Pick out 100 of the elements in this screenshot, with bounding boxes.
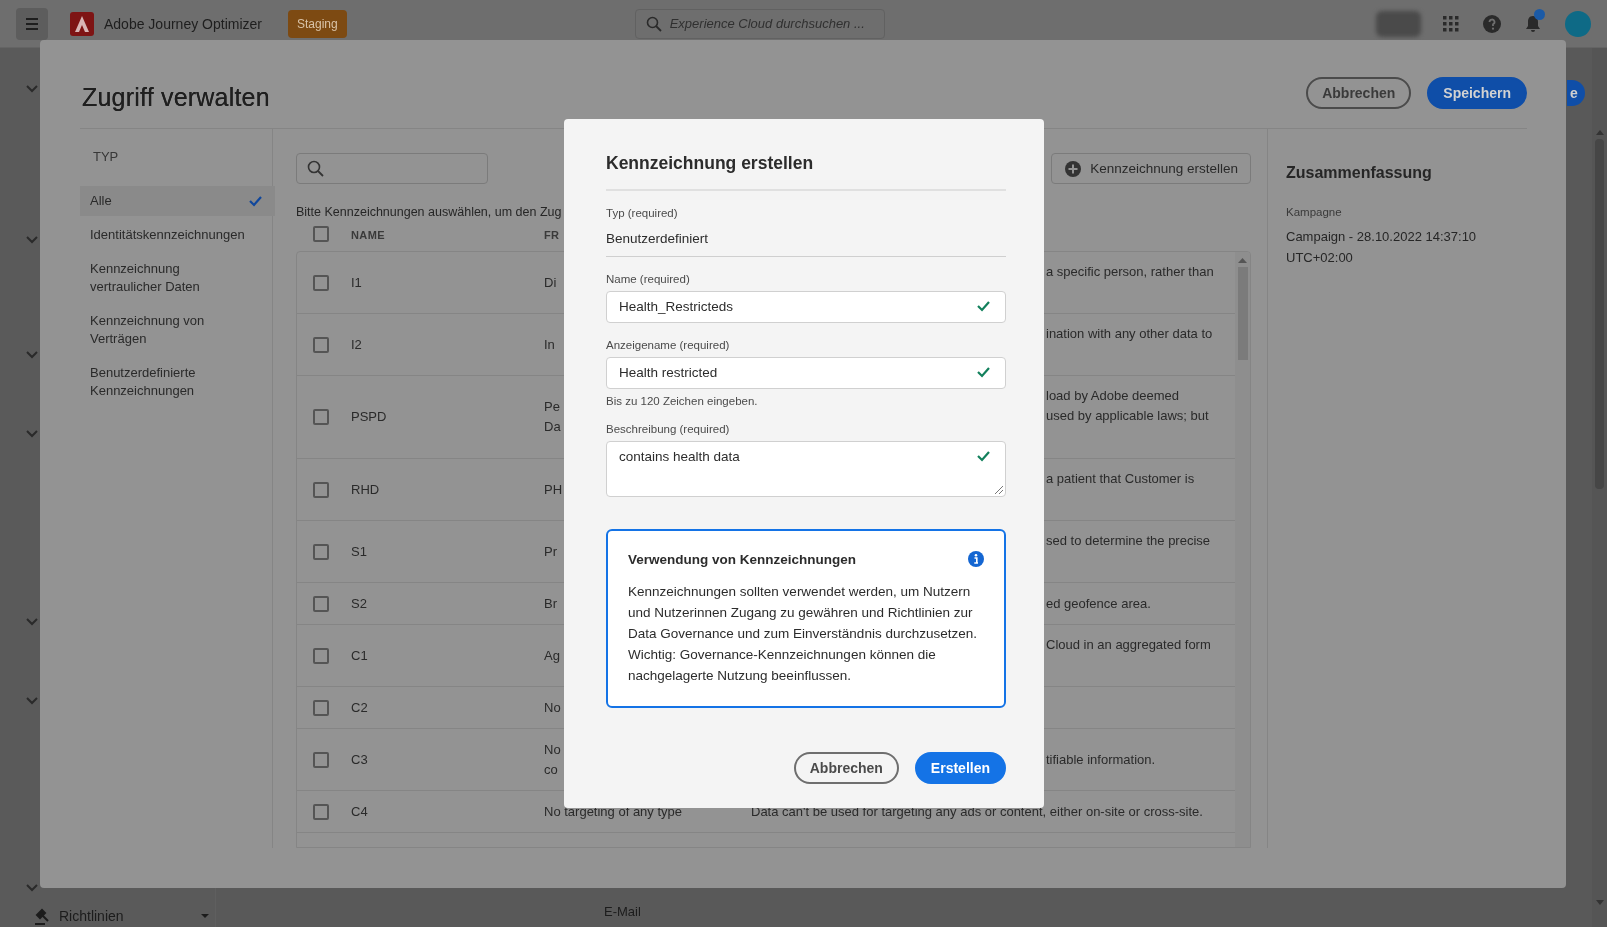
summary-label: Kampagne	[1286, 206, 1343, 218]
cancel-button[interactable]: Abbrechen	[793, 752, 899, 784]
scroll-down-icon[interactable]	[1595, 900, 1604, 905]
table-cell-text: tifiable information.	[1046, 750, 1156, 769]
plus-circle-icon	[1064, 159, 1083, 178]
field-value: Benutzerdefiniert	[606, 225, 1006, 257]
field-hint: Bis zu 120 Zeichen eingeben.	[606, 395, 759, 407]
blurred-area	[1376, 10, 1421, 37]
checkbox[interactable]	[313, 647, 329, 664]
table-cell-text: I2	[351, 335, 362, 354]
create-label-button[interactable]: Kennzeichnung erstellen	[1051, 153, 1251, 184]
table-cell-text: In	[544, 335, 555, 354]
create-button[interactable]: Erstellen	[914, 752, 1006, 784]
checkbox[interactable]	[313, 409, 329, 425]
checkbox[interactable]	[313, 226, 329, 242]
search-icon	[307, 160, 324, 177]
column-header[interactable]: FR	[544, 229, 560, 241]
chevron-down-icon[interactable]	[25, 348, 39, 360]
table-cell-text: ination with any other data to	[1046, 325, 1213, 343]
scrollbar[interactable]	[1235, 252, 1250, 847]
search-icon	[645, 15, 662, 32]
table-cell-text: PH	[544, 480, 563, 499]
scroll-up-icon[interactable]	[1238, 258, 1247, 263]
checkbox[interactable]	[313, 543, 329, 560]
search-field[interactable]	[296, 153, 488, 184]
table-cell-text: PSPD	[351, 408, 387, 426]
table-cell-text: C1	[351, 646, 368, 665]
action-button[interactable]: e	[1567, 80, 1585, 106]
table-cell-text: load by Adobe deemed used by applicable laws; but	[1046, 387, 1209, 425]
chevron-down-icon[interactable]	[25, 881, 39, 893]
input-field[interactable]: Health_Restricteds	[606, 291, 1006, 323]
table-cell-text: No co	[544, 740, 561, 779]
channel-label: E-Mail	[604, 904, 641, 919]
help-icon[interactable]	[1483, 14, 1501, 33]
checkbox[interactable]	[313, 803, 329, 820]
page-title: Zugriff verwalten	[82, 82, 271, 112]
input-field[interactable]: Health restricted	[606, 357, 1006, 389]
chevron-down-icon[interactable]	[25, 615, 39, 627]
table-cell-text: C4	[351, 802, 368, 821]
field-label: Typ (required)	[606, 207, 679, 219]
menu-icon	[25, 16, 39, 31]
table-cell-text: Pr	[544, 542, 557, 561]
checkbox[interactable]	[313, 274, 329, 291]
chevron-down-icon[interactable]	[25, 694, 39, 706]
search-field[interactable]: Experience Cloud durchsuchen ...	[634, 8, 885, 39]
checkbox[interactable]	[313, 336, 329, 353]
apps-grid-icon[interactable]	[1443, 15, 1459, 32]
table-cell-text: Cloud in an aggregated form	[1046, 636, 1211, 654]
summary-title: Zusammenfassung	[1286, 164, 1433, 182]
chevron-down-icon[interactable]	[25, 82, 39, 94]
table-cell-text: ed geofence area.	[1046, 594, 1151, 613]
dialog-title: Kennzeichnung erstellen	[606, 153, 1006, 191]
chevron-down-icon[interactable]	[25, 233, 39, 245]
scroll-up-icon[interactable]	[1595, 130, 1604, 135]
column-header[interactable]: NAME	[351, 229, 385, 241]
checkmark-icon	[248, 194, 263, 208]
checkbox[interactable]	[313, 751, 329, 768]
table-cell-text: Ag	[544, 646, 560, 665]
table-cell-text: sed to determine the precise	[1046, 532, 1211, 550]
checkbox[interactable]	[313, 595, 329, 612]
info-icon	[968, 551, 984, 567]
checkbox[interactable]	[313, 481, 329, 498]
table-cell-text: No	[544, 698, 561, 717]
filter-heading: TYP	[92, 149, 120, 164]
app-logo-icon[interactable]	[70, 11, 94, 36]
table-cell-text: I1	[351, 273, 362, 292]
info-title: Verwendung von Kennzeichnungen	[628, 551, 857, 567]
cancel-button[interactable]: Abbrechen	[1306, 77, 1412, 109]
scrollbar[interactable]	[1592, 48, 1607, 927]
resize-grip-icon[interactable]	[994, 485, 1004, 495]
save-button[interactable]: Speichern	[1427, 77, 1527, 109]
table-cell-text: Di	[544, 273, 557, 292]
checkbox[interactable]	[313, 699, 329, 716]
table-cell-text: C2	[351, 698, 368, 717]
caret-icon	[201, 914, 209, 918]
table-cell-text: Br	[544, 594, 557, 613]
info-text: Kennzeichnungen sollten verwendet werden, um Nutzern und Nutzerinnen Zugang zu gewähren und Richtlinien zur Data Governance und zum Einverständnis durchzusetzen. Wichtig: Governance-Kennzeichnungen können die nachgelagerte Nutzung beeinflussen.	[628, 583, 978, 685]
filter-item[interactable]: Kennzeichnung vertraulicher Daten	[80, 254, 275, 302]
table-cell-text: a specific person, rather than	[1046, 263, 1214, 281]
filter-item[interactable]: Kennzeichnung von Verträgen	[80, 306, 275, 354]
table-cell-text: S1	[351, 542, 367, 561]
field-label: Beschreibung (required)	[606, 423, 731, 435]
table-cell-text: Pe Da	[544, 398, 561, 436]
app-name[interactable]: Adobe Journey Optimizer	[104, 15, 262, 32]
table-cell-text: RHD	[351, 480, 380, 499]
filter-item[interactable]: Alle	[80, 186, 275, 216]
filter-item[interactable]: Benutzerdefinierte Kennzeichnungen	[80, 358, 275, 406]
bell-icon[interactable]	[1525, 15, 1541, 32]
environment-badge: Staging	[287, 9, 347, 38]
table-cell-text: C3	[351, 750, 368, 769]
table-cell-text: a patient that Customer is	[1046, 470, 1195, 488]
menu-button[interactable]	[16, 7, 48, 40]
gavel-icon	[34, 907, 51, 925]
field-label: Anzeigename (required)	[606, 339, 731, 351]
text-area[interactable]: contains health data	[606, 441, 1006, 497]
field-label: Name (required)	[606, 273, 691, 285]
table-cell-text: S2	[351, 594, 367, 613]
filter-item[interactable]: Identitätskennzeichnungen	[80, 220, 275, 250]
nav-item[interactable]: Richtlinien	[34, 907, 209, 925]
chevron-down-icon[interactable]	[25, 427, 39, 439]
